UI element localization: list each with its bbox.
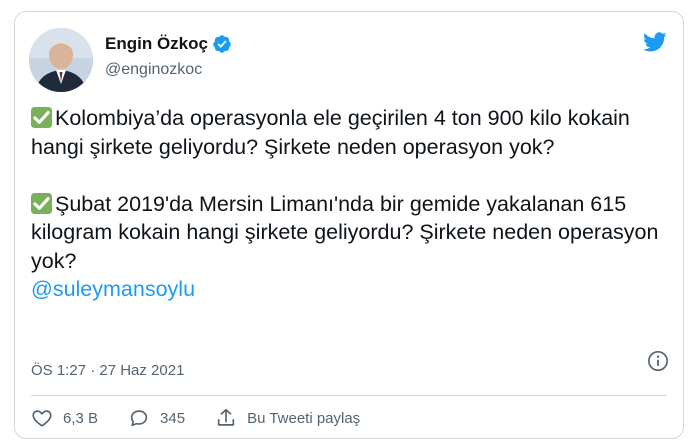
verified-badge-icon [212, 34, 232, 54]
white-heavy-check-mark-icon [31, 192, 52, 214]
tweet-timestamp[interactable]: ÖS 1:27 · 27 Haz 2021 [31, 362, 184, 379]
reply-count: 345 [160, 409, 186, 427]
white-heavy-check-mark-icon [31, 107, 52, 128]
share-label: Bu Tweeti paylaş [247, 409, 361, 427]
twitter-bird-icon[interactable] [641, 30, 669, 54]
action-bar: 6,3 B 345 Bu Tweeti paylaş [31, 403, 390, 433]
like-count: 6,3 B [63, 409, 99, 427]
author-block: Engin Özkoç @enginozkoc [105, 32, 232, 79]
reply-button[interactable]: 345 [128, 407, 185, 429]
tweet-paragraph: Şubat 2019'da Mersin Limanı'nda bir gemi… [31, 190, 671, 276]
share-button[interactable]: Bu Tweeti paylaş [215, 407, 360, 429]
speech-bubble-icon [130, 410, 148, 427]
tweet-paragraph: Kolombiya’da operasyonla ele geçirilen 4… [31, 104, 671, 161]
info-icon[interactable] [647, 350, 669, 372]
tweet-text: Kolombiya’da operasyonla ele geçirilen 4… [31, 104, 671, 304]
mention-link[interactable]: @suleymansoylu [31, 277, 195, 301]
author-handle[interactable]: @enginozkoc [105, 61, 232, 79]
divider [31, 395, 667, 396]
heart-icon [32, 410, 52, 427]
like-button[interactable]: 6,3 B [31, 407, 98, 429]
paragraph-text: Şubat 2019'da Mersin Limanı'nda bir gemi… [31, 191, 659, 273]
paragraph-text: Kolombiya’da operasyonla ele geçirilen 4… [31, 106, 630, 159]
author-name[interactable]: Engin Özkoç [105, 34, 208, 54]
tweet-card[interactable]: Engin Özkoç @enginozkoc Kolombiya’da ope… [14, 11, 684, 439]
avatar[interactable] [29, 28, 93, 92]
share-icon [217, 408, 235, 426]
